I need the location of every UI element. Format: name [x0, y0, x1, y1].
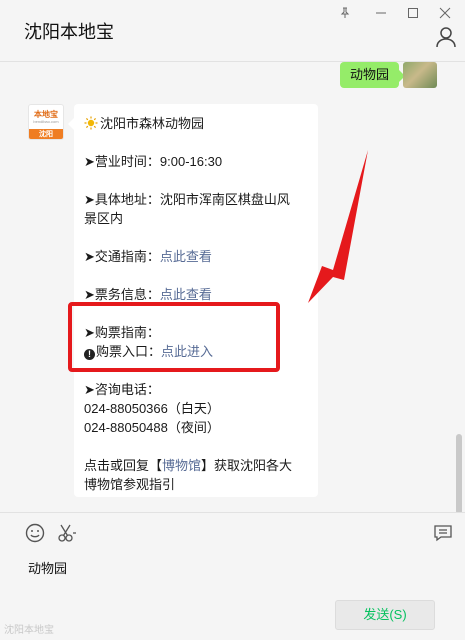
hours-line: ➤营业时间：9:00-16:30	[84, 154, 223, 169]
minimize-icon[interactable]	[367, 2, 395, 24]
footer-line-1: 点击或回复【博物馆】获取沈阳各大	[84, 456, 292, 475]
traffic-link[interactable]: 点此查看	[160, 249, 212, 264]
highlight-box-ticket-entry	[68, 302, 280, 372]
self-avatar[interactable]	[403, 62, 437, 88]
scissors-icon[interactable]	[56, 522, 78, 544]
bot-avatar[interactable]: 本地宝 bendibao.com 沈阳	[28, 104, 64, 140]
chat-title: 沈阳本地宝	[24, 22, 114, 42]
chat-scrollbar[interactable]	[456, 434, 462, 512]
traffic-label: ➤交通指南：	[84, 249, 160, 264]
traffic-line: ➤交通指南：点此查看	[84, 247, 212, 266]
museum-link[interactable]: 博物馆	[162, 458, 201, 473]
ticket-info-label: ➤票务信息：	[84, 287, 160, 302]
title-bar: 沈阳本地宝	[0, 0, 465, 62]
send-button[interactable]: 发送(S)	[335, 600, 435, 630]
avatar-city: 沈阳	[29, 129, 63, 139]
pin-icon[interactable]	[331, 2, 359, 24]
footer-suffix: 】获取沈阳各大	[201, 458, 293, 473]
input-area: 动物园 发送(S) 沈阳本地宝	[0, 512, 465, 640]
avatar-brand: 本地宝	[34, 110, 58, 119]
phone-day: 024-88050366（白天）	[84, 401, 220, 416]
sun-icon	[84, 116, 98, 130]
consult-line: ➤咨询电话：	[84, 382, 160, 397]
person-icon[interactable]	[435, 26, 457, 48]
emoji-icon[interactable]	[24, 522, 46, 544]
close-icon[interactable]	[431, 2, 459, 24]
ticket-info-link[interactable]: 点此查看	[160, 287, 212, 302]
footer-line-2: 博物馆参观指引	[84, 477, 176, 492]
incoming-message-bubble[interactable]: 沈阳市森林动物园 ➤营业时间：9:00-16:30 ➤具体地址：沈阳市浑南区棋盘…	[74, 104, 318, 497]
reply-title-line: 沈阳市森林动物园	[84, 114, 204, 133]
address-line-1: ➤具体地址：沈阳市浑南区棋盘山风	[84, 192, 290, 207]
outgoing-message-bubble[interactable]: 动物园	[339, 62, 399, 88]
message-input[interactable]: 动物园	[28, 558, 67, 577]
chat-area[interactable]: 动物园 本地宝 bendibao.com 沈阳 沈阳市森林动物园 ➤营业时间：9…	[0, 62, 465, 512]
footer-prefix: 点击或回复【	[84, 458, 163, 473]
address-line-2: 景区内	[84, 211, 124, 226]
phone-night: 024-88050488（夜间）	[84, 420, 220, 435]
maximize-icon[interactable]	[399, 2, 427, 24]
chat-history-icon[interactable]	[432, 522, 454, 544]
reply-title: 沈阳市森林动物园	[100, 116, 205, 131]
watermark: 沈阳本地宝	[4, 625, 54, 636]
avatar-site: bendibao.com	[33, 119, 59, 124]
